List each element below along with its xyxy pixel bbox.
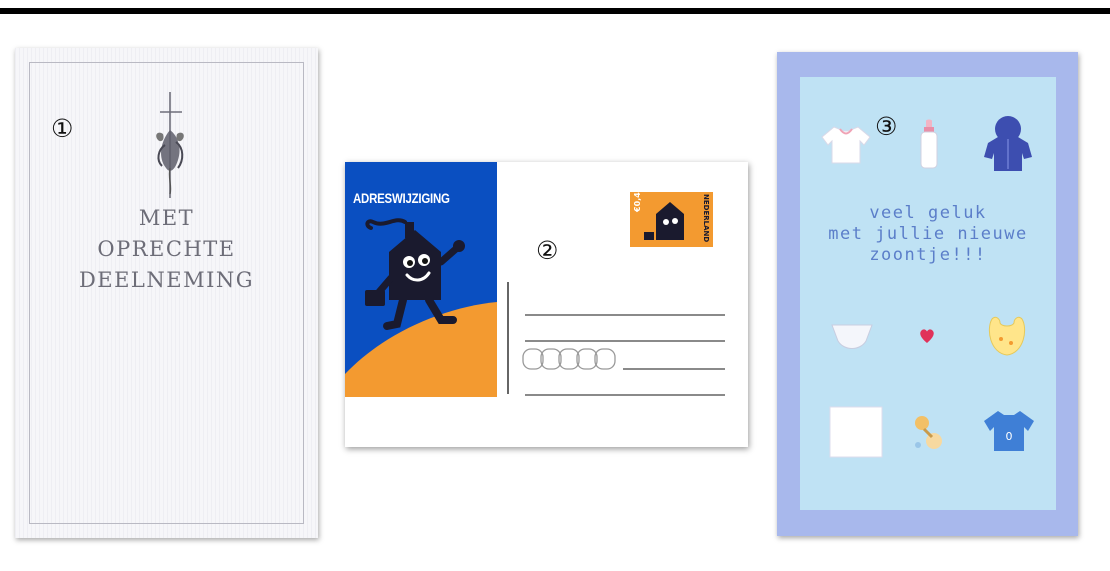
sympathy-card: MET OPRECHTE DEELNEMING ① (15, 48, 318, 538)
stamp-value: €0,45 (633, 186, 642, 212)
address-change-postcard: ADRESWIJZIGING €0,45 NEDERLAND ② (345, 162, 748, 447)
diaper-icon (831, 324, 873, 349)
postcode-boxes (522, 348, 616, 370)
baby-congratulations-card: veel geluk met jullie nieuwe zoontje!!! (777, 52, 1078, 536)
heart-icon (920, 329, 934, 343)
postcard-illustration: ADRESWIJZIGING (345, 162, 497, 397)
postcard-divider (507, 282, 509, 394)
tshirt-icon: 0 (984, 411, 1034, 451)
card-inner-panel: veel geluk met jullie nieuwe zoontje!!! (800, 77, 1056, 510)
svg-text:0: 0 (1006, 430, 1013, 443)
card-message-line: veel geluk (869, 203, 987, 223)
address-line (525, 314, 725, 316)
shirt-icon (821, 126, 871, 164)
card-message-line: MET (138, 206, 195, 230)
card-message-line: DEELNEMING (78, 268, 255, 292)
card-message: MET OPRECHTE DEELNEMING (15, 203, 318, 296)
jacket-icon (984, 116, 1032, 171)
address-line (525, 394, 725, 396)
postcard-title: ADRESWIJZIGING (353, 190, 450, 206)
card-message-line: met jullie nieuwe (828, 224, 1028, 244)
postage-stamp: €0,45 NEDERLAND (630, 187, 713, 247)
card-number-2: ② (536, 236, 559, 265)
card-message-line: zoontje!!! (869, 245, 987, 265)
bib-icon (988, 316, 1026, 356)
stamp-country: NEDERLAND (702, 194, 710, 243)
cross-with-flowers-icon (156, 92, 184, 198)
baby-bottle-icon (920, 119, 938, 169)
card-message-line: OPRECHTE (97, 237, 236, 261)
stamp-character-icon (644, 202, 684, 240)
card-number-3: ③ (875, 112, 898, 141)
address-line (525, 340, 725, 342)
top-rule (0, 8, 1110, 14)
card-message: veel geluk met jullie nieuwe zoontje!!! (800, 203, 1056, 266)
card-number-1: ① (51, 114, 74, 143)
address-line (623, 368, 725, 370)
blanket-icon (829, 406, 883, 458)
rattle-icon (915, 416, 942, 449)
